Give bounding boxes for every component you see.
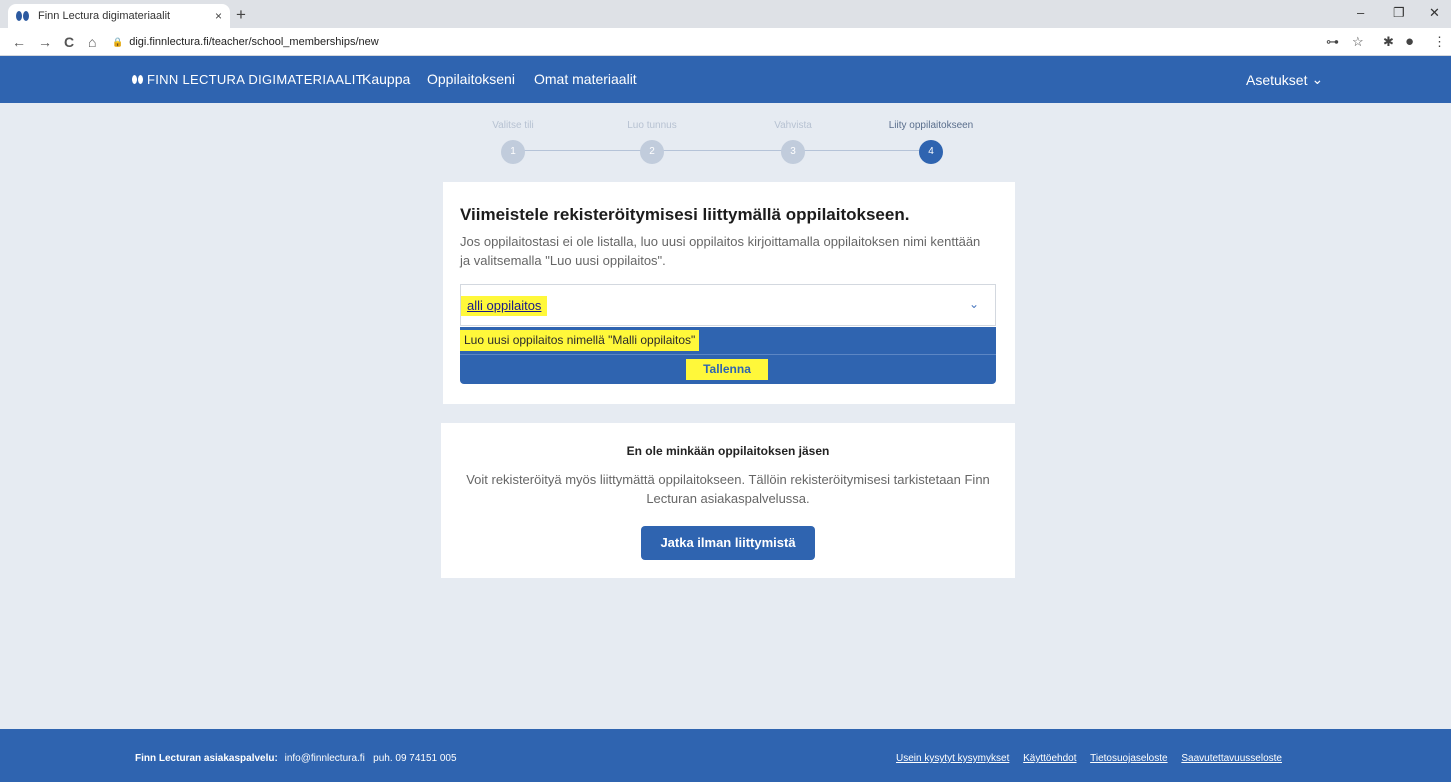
step-number: 2 xyxy=(640,140,664,164)
chevron-down-icon[interactable]: ⌄ xyxy=(969,297,979,311)
close-window-icon[interactable]: ✕ xyxy=(1429,5,1440,21)
address-bar[interactable]: 🔒 digi.finnlectura.fi/teacher/school_mem… xyxy=(112,32,1302,52)
create-school-option-label: Luo uusi oppilaitos nimellä "Malli oppil… xyxy=(460,330,700,351)
page-title: Viimeistele rekisteröitymisesi liittymäl… xyxy=(460,205,910,224)
site-footer: Finn Lecturan asiakaspalvelu: info@finnl… xyxy=(0,729,1451,782)
no-school-card: En ole minkään oppilaitoksen jäsen Voit … xyxy=(441,423,1015,578)
footer-contact: Finn Lecturan asiakaspalvelu: info@finnl… xyxy=(135,753,457,764)
no-school-description: Voit rekisteröityä myös liittymättä oppi… xyxy=(466,472,990,506)
step-label: Liity oppilaitokseen xyxy=(888,120,974,131)
continue-without-joining-button[interactable]: Jatka ilman liittymistä xyxy=(641,526,815,560)
profile-icon[interactable]: ● xyxy=(1405,33,1414,51)
footer-link-terms[interactable]: Käyttöehdot xyxy=(1023,753,1076,764)
settings-label: Asetukset xyxy=(1246,71,1308,88)
nav-oppilaitokseni[interactable]: Oppilaitokseni xyxy=(427,71,515,87)
brand-name: FINN LECTURA DIGIMATERIAALIT xyxy=(147,72,364,87)
lock-icon: 🔒 xyxy=(112,36,124,47)
bookmark-star-icon[interactable]: ☆ xyxy=(1352,33,1364,51)
browser-toolbar: ← → C ⌂ 🔒 digi.finnlectura.fi/teacher/sc… xyxy=(0,28,1451,56)
browser-tab[interactable]: Finn Lectura digimateriaalit × xyxy=(8,4,230,28)
minimize-icon[interactable]: – xyxy=(1357,5,1364,20)
finn-lectura-favicon-icon xyxy=(16,10,30,22)
step-2: Luo tunnus 2 xyxy=(592,120,712,164)
stepper-line xyxy=(513,150,930,151)
restore-icon[interactable]: ❐ xyxy=(1393,5,1405,21)
address-url: digi.finnlectura.fi/teacher/school_membe… xyxy=(129,36,379,48)
step-1: Valitse tili 1 xyxy=(453,120,573,164)
step-number: 3 xyxy=(781,140,805,164)
step-label: Valitse tili xyxy=(492,120,534,131)
forward-icon[interactable]: → xyxy=(38,33,52,51)
reload-icon[interactable]: C xyxy=(64,33,74,51)
step-label: Vahvista xyxy=(774,120,812,131)
home-icon[interactable]: ⌂ xyxy=(88,33,96,51)
finn-lectura-logo-icon xyxy=(132,75,143,84)
footer-link-privacy[interactable]: Tietosuojaseloste xyxy=(1090,753,1167,764)
nav-kauppa[interactable]: Kauppa xyxy=(362,71,410,87)
step-number: 4 xyxy=(919,140,943,164)
registration-stepper: Valitse tili 1 Luo tunnus 2 Vahvista 3 L… xyxy=(470,120,990,170)
join-school-description: Jos oppilaitostasi ei ole listalla, luo … xyxy=(460,234,981,268)
step-label: Luo tunnus xyxy=(627,120,677,131)
step-4: Liity oppilaitokseen 4 xyxy=(871,120,991,164)
school-search-input[interactable]: alli oppilaitos ⌄ xyxy=(460,284,996,326)
footer-service-label: Finn Lecturan asiakaspalvelu: xyxy=(135,753,278,764)
footer-links: Usein kysytyt kysymykset Käyttöehdot Tie… xyxy=(896,753,1293,764)
step-number: 1 xyxy=(501,140,525,164)
site-header: FINN LECTURA DIGIMATERIAALIT Kauppa Oppi… xyxy=(0,56,1451,103)
tab-close-icon[interactable]: × xyxy=(215,9,222,23)
browser-tabstrip: Finn Lectura digimateriaalit × + – ❐ ✕ xyxy=(0,0,1451,28)
nav-omat-materiaalit[interactable]: Omat materiaalit xyxy=(534,71,637,87)
back-icon[interactable]: ← xyxy=(12,33,26,51)
brand-logo[interactable]: FINN LECTURA DIGIMATERIAALIT xyxy=(132,72,364,87)
settings-menu[interactable]: Asetukset ⌄ xyxy=(1246,71,1323,88)
password-key-icon[interactable]: ⊶ xyxy=(1326,33,1339,51)
save-button[interactable]: Tallenna xyxy=(460,354,996,384)
create-school-option[interactable]: Luo uusi oppilaitos nimellä "Malli oppil… xyxy=(460,327,996,354)
tab-title: Finn Lectura digimateriaalit xyxy=(38,10,171,22)
extensions-icon[interactable]: ✱ xyxy=(1383,33,1394,51)
no-school-title: En ole minkään oppilaitoksen jäsen xyxy=(626,444,830,458)
join-school-card: Viimeistele rekisteröitymisesi liittymäl… xyxy=(443,182,1015,404)
footer-link-faq[interactable]: Usein kysytyt kysymykset xyxy=(896,753,1009,764)
footer-link-accessibility[interactable]: Saavutettavuusseloste xyxy=(1181,753,1282,764)
new-tab-icon[interactable]: + xyxy=(236,6,246,24)
save-button-label: Tallenna xyxy=(686,359,768,380)
browser-menu-icon[interactable]: ⋮ xyxy=(1433,33,1446,51)
chevron-down-icon: ⌄ xyxy=(1311,71,1324,87)
school-search-value[interactable]: alli oppilaitos xyxy=(461,296,548,316)
step-3: Vahvista 3 xyxy=(733,120,853,164)
footer-contact-info: info@finnlectura.fi puh. 09 74151 005 xyxy=(284,753,457,764)
